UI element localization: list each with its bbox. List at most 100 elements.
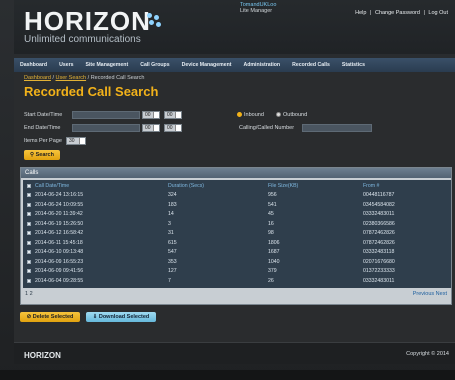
call-from: 07872462826 (363, 230, 395, 236)
items-per-page-label: Items Per Page (24, 138, 62, 144)
start-minute-value: 00 (167, 112, 173, 118)
separator: | (370, 10, 372, 16)
row-checkbox[interactable] (27, 193, 31, 197)
end-datetime-label: End Date/Time (24, 125, 61, 131)
nav-users[interactable]: Users (53, 62, 79, 68)
end-hour-select[interactable]: 00 (142, 124, 160, 132)
call-datetime[interactable]: 2014-06-20 11:39:42 (35, 211, 83, 217)
row-checkbox[interactable] (27, 278, 31, 283)
prev-next-links[interactable]: Previous Next (413, 291, 447, 297)
call-duration: 7 (168, 277, 171, 284)
start-hour-select[interactable]: 00 (142, 111, 160, 119)
search-button[interactable]: ⚲ Search (24, 150, 60, 160)
row-checkbox[interactable] (27, 240, 31, 245)
call-filesize: 541 (268, 201, 277, 208)
call-datetime[interactable]: 2014-06-11 15:45:18 (35, 240, 83, 246)
call-from: 03332483118 (363, 249, 395, 255)
row-checkbox[interactable] (27, 250, 31, 254)
row-checkbox[interactable] (27, 202, 31, 207)
col-header-duration[interactable]: Duration (Secs) (168, 183, 204, 189)
delete-selected-button[interactable]: ⊘ Delete Selected (20, 312, 80, 322)
start-date-field[interactable] (72, 111, 140, 119)
row-checkbox[interactable] (27, 221, 31, 226)
row-checkbox[interactable] (27, 212, 31, 216)
app-window: HORIZON Unlimited communications TomandU… (0, 0, 455, 380)
start-hour-value: 00 (145, 112, 151, 118)
call-datetime[interactable]: 2014-06-09 09:41:56 (35, 268, 83, 274)
nav-site-management[interactable]: Site Management (80, 62, 135, 68)
call-from: 03332483011 (363, 211, 395, 217)
call-filesize: 16 (268, 220, 274, 227)
footer: HORIZON Copyright © 2014 (14, 342, 455, 364)
header: HORIZON Unlimited communications TomandU… (14, 0, 455, 54)
call-from: 01372233333 (363, 268, 395, 274)
download-button-label: Download Selected (98, 314, 150, 320)
call-duration: 353 (168, 258, 177, 265)
col-header-filesize[interactable]: File Size(KB) (268, 183, 298, 189)
logo-dots-icon (147, 13, 165, 31)
call-datetime[interactable]: 2014-06-19 15:26:50 (35, 221, 83, 227)
call-datetime[interactable]: 2014-06-24 13:16:15 (35, 192, 83, 198)
row-checkbox[interactable] (27, 269, 31, 273)
call-filesize: 1806 (268, 239, 280, 246)
calls-header: Calls (21, 168, 451, 178)
row-checkbox[interactable] (27, 259, 31, 264)
call-filesize: 956 (268, 192, 277, 198)
call-duration: 14 (168, 211, 174, 217)
inbound-radio[interactable] (237, 112, 242, 117)
col-header-datetime[interactable]: Call Date/Time (35, 183, 69, 189)
call-duration: 183 (168, 201, 177, 208)
calls-table: Call Date/Time Duration (Secs) File Size… (23, 180, 451, 288)
call-duration: 3 (168, 220, 171, 227)
end-minute-value: 00 (167, 125, 173, 131)
page-title: Recorded Call Search (24, 84, 159, 99)
end-date-field[interactable] (72, 124, 140, 132)
download-selected-button[interactable]: ⇓ Download Selected (86, 312, 156, 322)
breadcrumb-dashboard[interactable]: Dashboard (24, 75, 51, 81)
nav-recorded-calls[interactable]: Recorded Calls (286, 62, 336, 68)
call-datetime[interactable]: 2014-06-24 10:09:55 (35, 202, 83, 208)
chevron-down-icon (175, 125, 181, 131)
chevron-down-icon (175, 112, 181, 118)
end-minute-select[interactable]: 00 (164, 124, 182, 132)
outbound-radio[interactable] (276, 112, 281, 117)
call-datetime[interactable]: 2014-06-10 09:13:48 (35, 249, 83, 255)
call-datetime[interactable]: 2014-06-12 16:58:42 (35, 230, 83, 236)
row-checkbox[interactable] (27, 231, 31, 235)
pager[interactable]: 1 2 (25, 291, 33, 297)
outbound-label: Outbound (283, 112, 308, 118)
call-datetime[interactable]: 2014-06-04 09:28:55 (35, 278, 83, 284)
items-per-page-value: 30 (69, 138, 75, 144)
bottom-strip (0, 370, 455, 380)
col-header-from[interactable]: From # (363, 183, 379, 189)
call-from: 03332483011 (363, 277, 395, 284)
calling-number-field[interactable] (302, 124, 372, 132)
user-info: TomandUKLoo Lite Manager (240, 2, 330, 22)
call-from: 07872462826 (363, 239, 395, 246)
call-from: 02071676680 (363, 258, 395, 265)
logout-link[interactable]: Log Out (428, 10, 448, 16)
call-filesize: 98 (268, 230, 274, 236)
nav-device-management[interactable]: Device Management (176, 62, 238, 68)
user-role: Lite Manager (240, 8, 273, 14)
search-button-label: Search (35, 152, 54, 158)
top-links: Help | Change Password | Log Out (354, 10, 449, 16)
items-per-page-select[interactable]: 30 (66, 137, 86, 145)
nav-call-groups[interactable]: Call Groups (134, 62, 175, 68)
nav-statistics[interactable]: Statistics (336, 62, 371, 68)
main-nav: Dashboard Users Site Management Call Gro… (14, 58, 455, 72)
change-password-link[interactable]: Change Password (375, 10, 420, 16)
help-link[interactable]: Help (355, 10, 366, 16)
start-datetime-label: Start Date/Time (24, 112, 63, 118)
call-duration: 324 (168, 192, 177, 198)
start-minute-select[interactable]: 00 (164, 111, 182, 119)
nav-dashboard[interactable]: Dashboard (14, 62, 53, 68)
call-filesize: 1687 (268, 249, 280, 255)
breadcrumb-user-search[interactable]: User Search (56, 75, 87, 81)
call-from: 00448116787 (363, 192, 395, 198)
call-duration: 127 (168, 268, 177, 274)
call-datetime[interactable]: 2014-06-09 16:55:23 (35, 259, 83, 265)
select-all-checkbox[interactable] (27, 184, 31, 188)
tagline: Unlimited communications (24, 34, 141, 45)
nav-administration[interactable]: Administration (238, 62, 287, 68)
